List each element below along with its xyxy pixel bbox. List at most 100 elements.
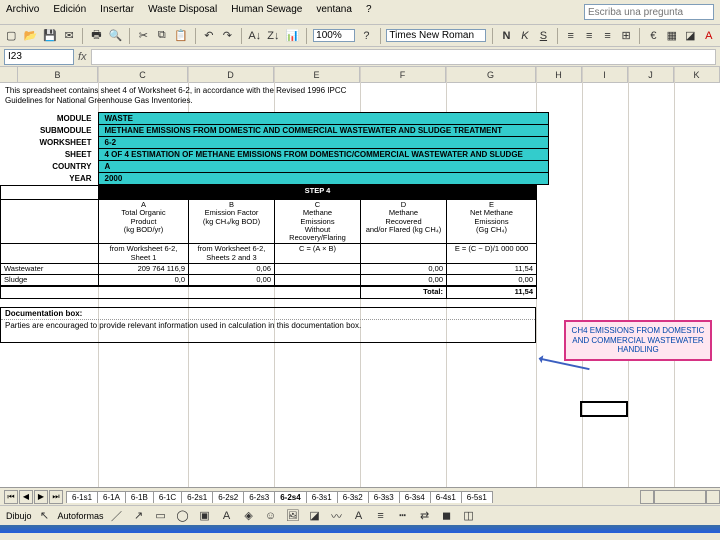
- docbox-text[interactable]: Parties are encouraged to provide releva…: [1, 320, 535, 342]
- arrow-style-icon[interactable]: ⇄: [416, 507, 434, 525]
- copy-icon[interactable]: ⧉: [155, 27, 169, 45]
- tab-6-3s2[interactable]: 6-3s2: [337, 491, 369, 503]
- total-value[interactable]: 11,54: [447, 286, 537, 298]
- rowhead-wastewater[interactable]: Wastewater: [1, 263, 99, 274]
- col-D[interactable]: D: [188, 67, 274, 82]
- menu-ventana[interactable]: ventana: [316, 4, 352, 20]
- help-icon[interactable]: ?: [359, 27, 373, 45]
- font-color2-icon[interactable]: A: [350, 507, 368, 525]
- menu-waste[interactable]: Waste Disposal: [148, 4, 217, 20]
- bold-icon[interactable]: N: [499, 27, 513, 45]
- sort-desc-icon[interactable]: Z↓: [266, 27, 280, 45]
- tab-6-2s2[interactable]: 6-2s2: [212, 491, 244, 503]
- cell-sl-E[interactable]: 0,00: [447, 275, 537, 287]
- cell-ww-D[interactable]: 0,00: [361, 263, 447, 274]
- chart-icon[interactable]: 📊: [285, 27, 301, 45]
- select-icon[interactable]: ↖: [36, 507, 54, 525]
- tab-6-2s3[interactable]: 6-2s3: [243, 491, 275, 503]
- line-icon[interactable]: ／: [108, 507, 126, 525]
- tab-6-2s4[interactable]: 6-2s4: [274, 491, 306, 503]
- tab-first-icon[interactable]: ⏮: [4, 490, 18, 504]
- line-style-icon[interactable]: ≡: [372, 507, 390, 525]
- italic-icon[interactable]: K: [518, 27, 532, 45]
- currency-icon[interactable]: €: [646, 27, 660, 45]
- col-K[interactable]: K: [674, 67, 720, 82]
- diagram-icon[interactable]: ◈: [240, 507, 258, 525]
- fill-icon[interactable]: ◪: [306, 507, 324, 525]
- help-search-input[interactable]: [584, 4, 714, 20]
- clipart-icon[interactable]: ☺: [262, 507, 280, 525]
- col-G[interactable]: G: [446, 67, 536, 82]
- col-B[interactable]: B: [18, 67, 98, 82]
- picture-icon[interactable]: 🖼: [284, 507, 302, 525]
- value-worksheet[interactable]: 6-2: [98, 137, 548, 149]
- open-icon[interactable]: 📂: [22, 27, 38, 45]
- rect-icon[interactable]: ▭: [152, 507, 170, 525]
- col-C[interactable]: C: [98, 67, 188, 82]
- preview-icon[interactable]: 🔍: [108, 27, 124, 45]
- tab-next-icon[interactable]: ▶: [34, 490, 48, 504]
- cell-ww-A[interactable]: 209 764 116,9: [99, 263, 189, 274]
- font-color-icon[interactable]: A: [702, 27, 716, 45]
- tab-6-1A[interactable]: 6-1A: [97, 491, 126, 503]
- tab-6-3s4[interactable]: 6-3s4: [399, 491, 431, 503]
- arrow-tool-icon[interactable]: ↗: [130, 507, 148, 525]
- menu-edicion[interactable]: Edición: [53, 4, 86, 20]
- tab-6-3s1[interactable]: 6-3s1: [306, 491, 338, 503]
- align-right-icon[interactable]: ≡: [600, 27, 614, 45]
- sort-asc-icon[interactable]: A↓: [247, 27, 262, 45]
- scroll-right-icon[interactable]: [706, 490, 720, 504]
- scroll-track[interactable]: [654, 490, 706, 504]
- hscroll[interactable]: [640, 490, 720, 504]
- tab-6-1B[interactable]: 6-1B: [125, 491, 154, 503]
- line-color-icon[interactable]: 〰: [328, 507, 346, 525]
- tab-6-1C[interactable]: 6-1C: [153, 491, 182, 503]
- tab-last-icon[interactable]: ⏭: [49, 490, 63, 504]
- wordart-icon[interactable]: A: [218, 507, 236, 525]
- fill-color-icon[interactable]: ◪: [683, 27, 697, 45]
- cell-sl-D[interactable]: 0,00: [361, 275, 447, 287]
- align-center-icon[interactable]: ≡: [582, 27, 596, 45]
- underline-icon[interactable]: S: [536, 27, 550, 45]
- font-select[interactable]: [386, 29, 486, 42]
- borders-icon[interactable]: ▦: [665, 27, 679, 45]
- zoom-select[interactable]: [313, 29, 355, 42]
- col-E[interactable]: E: [274, 67, 360, 82]
- cell-ww-B[interactable]: 0,06: [189, 263, 275, 274]
- col-I[interactable]: I: [582, 67, 628, 82]
- save-icon[interactable]: 💾: [42, 27, 58, 45]
- tab-6-2s1[interactable]: 6-2s1: [181, 491, 213, 503]
- new-icon[interactable]: ▢: [4, 27, 18, 45]
- undo-icon[interactable]: ↶: [202, 27, 216, 45]
- menu-help[interactable]: ?: [366, 4, 372, 20]
- 3d-icon[interactable]: ◫: [460, 507, 478, 525]
- tab-prev-icon[interactable]: ◀: [19, 490, 33, 504]
- scroll-left-icon[interactable]: [640, 490, 654, 504]
- print-icon[interactable]: 🖶: [89, 27, 103, 45]
- tab-6-4s1[interactable]: 6-4s1: [430, 491, 462, 503]
- textbox-icon[interactable]: ▣: [196, 507, 214, 525]
- tab-6-3s3[interactable]: 6-3s3: [368, 491, 400, 503]
- autoformas-menu[interactable]: Autoformas: [58, 511, 104, 521]
- menu-sewage[interactable]: Human Sewage: [231, 4, 302, 20]
- cell-sl-C[interactable]: [275, 275, 361, 287]
- cell-sl-A[interactable]: 0,0: [99, 275, 189, 287]
- value-submodule[interactable]: METHANE EMISSIONS FROM DOMESTIC AND COMM…: [98, 125, 548, 137]
- value-year[interactable]: 2000: [98, 173, 548, 185]
- dash-icon[interactable]: ┅: [394, 507, 412, 525]
- value-module[interactable]: WASTE: [98, 113, 548, 125]
- cell-sl-B[interactable]: 0,00: [189, 275, 275, 287]
- value-sheet[interactable]: 4 OF 4 ESTIMATION OF METHANE EMISSIONS F…: [98, 149, 548, 161]
- oval-icon[interactable]: ◯: [174, 507, 192, 525]
- value-country[interactable]: A: [98, 161, 548, 173]
- shadow-icon[interactable]: ◼: [438, 507, 456, 525]
- redo-icon[interactable]: ↷: [220, 27, 234, 45]
- col-rowhead[interactable]: [0, 67, 18, 82]
- cut-icon[interactable]: ✂: [136, 27, 150, 45]
- cell-ww-C[interactable]: [275, 263, 361, 274]
- tab-6-5s1[interactable]: 6-5s1: [461, 491, 493, 503]
- draw-menu[interactable]: Dibujo: [6, 511, 32, 521]
- tab-6-1s1[interactable]: 6-1s1: [66, 491, 98, 503]
- col-J[interactable]: J: [628, 67, 674, 82]
- cell-ww-E[interactable]: 11,54: [447, 263, 537, 274]
